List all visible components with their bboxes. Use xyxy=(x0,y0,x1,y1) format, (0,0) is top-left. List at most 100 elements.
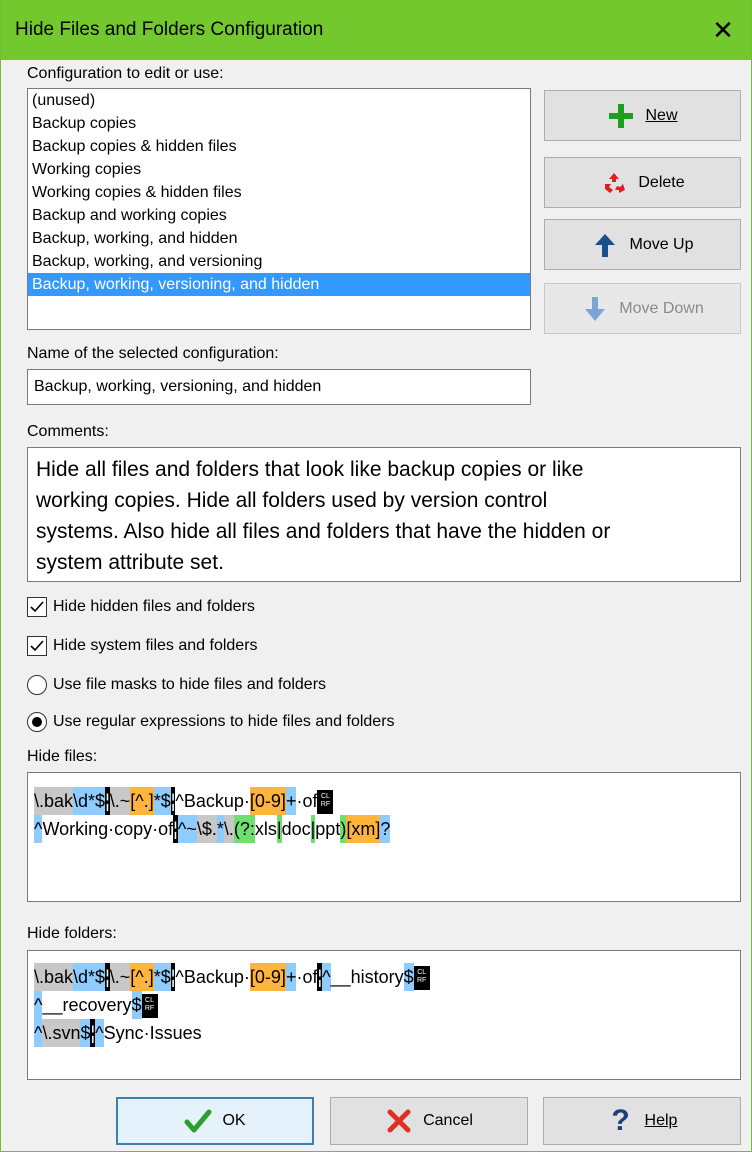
list-item[interactable]: Backup, working, and hidden xyxy=(28,227,530,250)
newline-marker-icon: CL RF xyxy=(413,966,430,991)
regex-token: \$. xyxy=(196,815,217,843)
check-icon xyxy=(184,1107,212,1135)
regex-token: ^ xyxy=(34,815,43,843)
move-up-button[interactable]: Move Up xyxy=(544,219,741,270)
comments-line: system attribute set. xyxy=(36,551,224,574)
name-field-label-text: Name of the selected configuration: xyxy=(27,345,279,362)
list-item[interactable]: Backup, working, and versioning xyxy=(28,250,530,273)
hide-system-label: Hide system files and folders xyxy=(53,637,258,654)
window-title: Hide Files and Folders Configuration xyxy=(15,19,324,40)
regex-token: [xm] xyxy=(346,815,381,843)
regex-token: [0-9] xyxy=(249,963,286,991)
radio-unselected[interactable] xyxy=(27,675,47,695)
delete-button[interactable]: Delete xyxy=(544,157,741,208)
help-button[interactable]: ? Help xyxy=(543,1097,741,1145)
regex-line: ^Working·copy·of¦^~\$.*\.(?:xls|doc|ppt)… xyxy=(34,815,734,843)
hide-folders-label: Hide folders: xyxy=(27,925,117,943)
list-item-selected[interactable]: Backup, working, versioning, and hidden xyxy=(28,273,530,296)
hide-folders-editor[interactable]: \.bak\d*$¦\.~[^.]*$¦^Backup·[0-9]+·of¦^_… xyxy=(27,950,741,1080)
dialog-window: Hide Files and Folders Configuration ✕ C… xyxy=(0,0,752,1152)
newline-marker-icon: CL RF xyxy=(141,994,158,1019)
comments-label-text: Comments: xyxy=(27,423,109,440)
regex-token: \.bak xyxy=(34,787,74,815)
comments-line: systems. Also hide all files and folders… xyxy=(36,520,611,543)
question-icon: ? xyxy=(611,1104,630,1137)
hide-folders-label-text: Hide folders: xyxy=(27,925,117,942)
hide-hidden-label: Hide hidden files and folders xyxy=(53,598,255,615)
config-listbox[interactable]: (unused) Backup copies Backup copies & h… xyxy=(27,88,531,330)
name-field-label: Name of the selected configuration: xyxy=(27,345,279,363)
regex-token: ? xyxy=(380,815,391,843)
regex-token: ^ xyxy=(95,1019,104,1047)
checkbox-checked[interactable] xyxy=(27,597,47,617)
list-item[interactable]: Backup and working copies xyxy=(28,204,530,227)
regex-token: Sync·Issues xyxy=(103,1023,202,1043)
regex-token: [^.] xyxy=(130,963,154,991)
regex-token: (?: xyxy=(233,815,255,843)
arrow-down-icon xyxy=(581,295,609,323)
regex-token: ppt xyxy=(315,819,341,839)
regex-token: \d*$ xyxy=(73,787,106,815)
regex-token: $ xyxy=(80,1019,91,1047)
list-item[interactable]: Backup copies xyxy=(28,112,530,135)
regex-token: ^ xyxy=(34,1019,43,1047)
new-button[interactable]: New xyxy=(544,90,741,141)
list-item[interactable]: (unused) xyxy=(28,89,530,112)
use-file-masks-label: Use file masks to hide files and folders xyxy=(53,676,327,693)
new-button-label: New xyxy=(645,106,678,124)
regex-line: \.bak\d*$¦\.~[^.]*$¦^Backup·[0-9]+·of¦^_… xyxy=(34,963,734,991)
regex-token: \.svn xyxy=(42,1019,81,1047)
regex-token: $ xyxy=(403,963,414,991)
regex-token: + xyxy=(285,787,297,815)
regex-token: __recovery xyxy=(42,995,132,1015)
hide-system-checkbox[interactable]: Hide system files and folders xyxy=(27,636,258,656)
recycle-icon xyxy=(600,169,628,197)
move-up-button-label: Move Up xyxy=(629,235,694,253)
list-item[interactable]: Working copies & hidden files xyxy=(28,181,530,204)
comments-label: Comments: xyxy=(27,423,109,441)
x-icon xyxy=(385,1107,413,1135)
regex-token: *$ xyxy=(153,787,171,815)
comments-line: working copies. Hide all folders used by… xyxy=(36,489,548,512)
regex-token: ^Backup· xyxy=(175,791,250,811)
regex-token: + xyxy=(285,963,297,991)
regex-token: \.~ xyxy=(109,787,131,815)
regex-token: *$ xyxy=(153,963,171,991)
plus-icon xyxy=(607,102,635,130)
regex-token: ·of xyxy=(296,791,318,811)
ok-button-label: OK xyxy=(222,1112,246,1129)
hide-files-label: Hide files: xyxy=(27,748,97,766)
newline-marker-icon: CL RF xyxy=(317,790,334,815)
title-bar[interactable]: Hide Files and Folders Configuration ✕ xyxy=(1,0,751,60)
config-list-label: Configuration to edit or use: xyxy=(27,65,224,83)
list-item[interactable]: Backup copies & hidden files xyxy=(28,135,530,158)
configuration-name-input[interactable]: Backup, working, versioning, and hidden xyxy=(27,369,531,405)
use-file-masks-radio[interactable]: Use file masks to hide files and folders xyxy=(27,675,326,695)
move-down-button-label: Move Down xyxy=(619,299,704,317)
move-down-button[interactable]: Move Down xyxy=(544,283,741,334)
use-regex-radio[interactable]: Use regular expressions to hide files an… xyxy=(27,712,395,732)
comments-textarea[interactable]: Hide all files and folders that look lik… xyxy=(27,447,741,582)
hide-files-label-text: Hide files: xyxy=(27,748,98,765)
regex-token: $ xyxy=(131,991,142,1019)
radio-selected[interactable] xyxy=(27,712,47,732)
checkbox-checked[interactable] xyxy=(27,636,47,656)
regex-token: * xyxy=(216,815,224,843)
ok-button[interactable]: OK xyxy=(116,1097,314,1145)
list-item[interactable]: Working copies xyxy=(28,158,530,181)
regex-token: ^Backup· xyxy=(175,967,250,987)
hide-hidden-checkbox[interactable]: Hide hidden files and folders xyxy=(27,597,255,617)
delete-button-label: Delete xyxy=(638,173,685,191)
config-list-label-text: Configuration to edit or use: xyxy=(27,65,224,82)
regex-token: ^ xyxy=(322,963,331,991)
regex-line: ^\.svn$¦^Sync·Issues xyxy=(34,1019,734,1047)
close-button[interactable]: ✕ xyxy=(695,0,751,60)
regex-token: [0-9] xyxy=(249,787,286,815)
cancel-button[interactable]: Cancel xyxy=(330,1097,528,1145)
regex-token: [^.] xyxy=(130,787,154,815)
regex-token: __history xyxy=(330,967,404,987)
regex-token: ·of xyxy=(296,967,318,987)
regex-token: \.bak xyxy=(34,963,74,991)
regex-token: \. xyxy=(223,815,234,843)
hide-files-editor[interactable]: \.bak\d*$¦\.~[^.]*$¦^Backup·[0-9]+·of CL R… xyxy=(27,772,741,902)
